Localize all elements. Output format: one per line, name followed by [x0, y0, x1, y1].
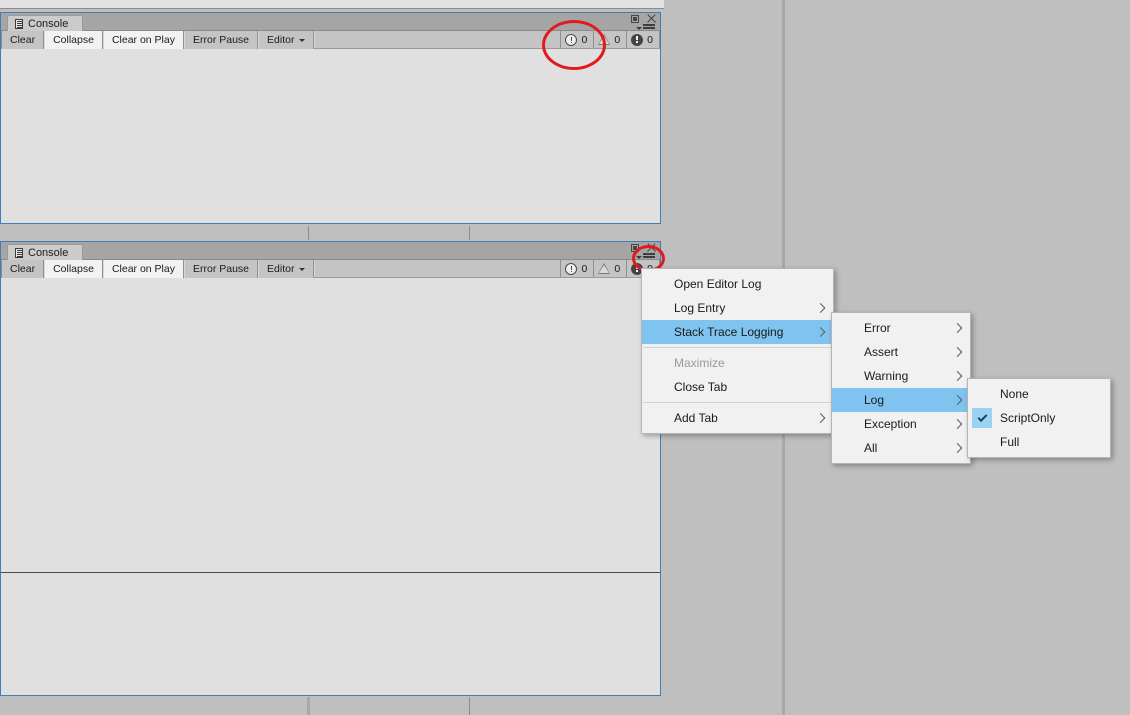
option-item-scriptonly-label: ScriptOnly — [1000, 411, 1056, 425]
tab-console-top-label: Console — [28, 17, 69, 30]
background-top-strip — [0, 0, 664, 8]
toolbar-spacer-bottom — [314, 260, 561, 277]
window-controls-top — [631, 14, 656, 24]
console-log-list-top[interactable] — [1, 49, 660, 222]
info-icon — [631, 33, 644, 46]
editor-dropdown-bottom[interactable]: Editor — [258, 260, 315, 278]
warning-counter-bottom[interactable]: 0 — [593, 260, 627, 277]
menu-separator — [643, 347, 832, 348]
submenu-item-all-label: All — [864, 441, 878, 455]
collapse-button-bottom[interactable]: Collapse — [44, 260, 103, 278]
console-document-icon — [15, 18, 23, 29]
background-vertical-divider-right — [469, 226, 470, 240]
submenu-item-warning-label: Warning — [864, 369, 909, 383]
submenu-item-all[interactable]: All — [832, 436, 970, 460]
console-toolbar-bottom: Clear Collapse Clear on Play Error Pause… — [1, 260, 660, 278]
chevron-right-icon — [952, 395, 963, 405]
menu-item-close-tab[interactable]: Close Tab — [642, 375, 833, 399]
chevron-right-icon — [952, 347, 963, 357]
clear-button-bottom[interactable]: Clear — [1, 260, 45, 278]
check-icon — [972, 408, 992, 428]
info-counter-top[interactable]: 0 — [626, 31, 660, 48]
submenu-item-assert-label: Assert — [864, 345, 899, 359]
toolbar-spacer-top — [314, 31, 561, 48]
error-pause-button-bottom[interactable]: Error Pause — [183, 260, 259, 278]
warning-icon — [598, 263, 611, 274]
editor-root: Console Clear Collapse Clear on Play Err… — [0, 0, 1130, 715]
submenu-item-log[interactable]: Log — [832, 388, 970, 412]
clear-button-top[interactable]: Clear — [1, 31, 45, 49]
maximize-icon[interactable] — [631, 15, 639, 23]
editor-dropdown-bottom-label: Editor — [267, 263, 295, 275]
console-log-list-bottom[interactable] — [1, 278, 660, 572]
submenu-item-exception-label: Exception — [864, 417, 917, 431]
clear-on-play-button-bottom[interactable]: Clear on Play — [102, 260, 184, 278]
menu-item-open-editor-log[interactable]: Open Editor Log — [642, 272, 833, 296]
background-top-divider — [0, 8, 664, 9]
menu-item-log-entry[interactable]: Log Entry — [642, 296, 833, 320]
menu-item-open-editor-log-label: Open Editor Log — [674, 277, 762, 291]
chevron-down-icon — [299, 267, 306, 271]
chevron-right-icon — [815, 327, 826, 337]
panel-context-menu[interactable]: Open Editor Log Log Entry Stack Trace Lo… — [641, 268, 834, 434]
chevron-right-icon — [952, 443, 963, 453]
menu-item-stack-trace-logging-label: Stack Trace Logging — [674, 325, 784, 339]
close-icon[interactable] — [646, 14, 656, 24]
menu-item-maximize-label: Maximize — [674, 356, 725, 370]
clear-on-play-button-top[interactable]: Clear on Play — [102, 31, 184, 49]
stack-trace-logging-submenu[interactable]: Error Assert Warning Log Exception All — [831, 312, 971, 464]
error-count-bottom: 0 — [581, 262, 588, 275]
error-counter-bottom[interactable]: 0 — [560, 260, 594, 277]
menu-item-close-tab-label: Close Tab — [674, 380, 728, 394]
chevron-right-icon — [815, 303, 826, 313]
console-detail-pane[interactable] — [1, 573, 660, 694]
option-item-full[interactable]: Full — [968, 430, 1110, 454]
warning-count-bottom: 0 — [614, 262, 621, 275]
log-stack-trace-options-submenu[interactable]: None ScriptOnly Full — [967, 378, 1111, 458]
warning-count-top: 0 — [614, 33, 621, 46]
chevron-right-icon — [952, 419, 963, 429]
submenu-item-exception[interactable]: Exception — [832, 412, 970, 436]
background-vertical-divider-bottom-b — [307, 697, 310, 715]
background-vertical-divider-left — [308, 226, 309, 240]
option-item-none[interactable]: None — [968, 382, 1110, 406]
collapse-button-top[interactable]: Collapse — [44, 31, 103, 49]
console-document-icon — [15, 247, 23, 258]
error-pause-button-top[interactable]: Error Pause — [183, 31, 259, 49]
menu-item-stack-trace-logging[interactable]: Stack Trace Logging — [642, 320, 833, 344]
submenu-item-error[interactable]: Error — [832, 316, 970, 340]
tab-console-top[interactable]: Console — [7, 15, 84, 31]
caret-down-icon — [636, 27, 642, 30]
tab-console-bottom-label: Console — [28, 246, 69, 259]
submenu-item-assert[interactable]: Assert — [832, 340, 970, 364]
console-panel-bottom: Console Clear Collapse Clear on Play Err… — [0, 241, 661, 696]
error-icon — [565, 262, 578, 275]
editor-dropdown-top-label: Editor — [267, 34, 295, 46]
option-item-none-label: None — [1000, 387, 1029, 401]
panel-tab-row-bottom: Console — [1, 242, 660, 262]
submenu-item-log-label: Log — [864, 393, 885, 407]
chevron-right-icon — [952, 371, 963, 381]
menu-item-maximize: Maximize — [642, 351, 833, 375]
error-counter-highlight — [542, 20, 606, 70]
editor-dropdown-top[interactable]: Editor — [258, 31, 315, 49]
menu-item-log-entry-label: Log Entry — [674, 301, 726, 315]
submenu-item-error-label: Error — [864, 321, 891, 335]
chevron-right-icon — [815, 413, 826, 423]
menu-separator — [643, 402, 832, 403]
menu-item-add-tab-label: Add Tab — [674, 411, 718, 425]
menu-item-add-tab[interactable]: Add Tab — [642, 406, 833, 430]
option-item-full-label: Full — [1000, 435, 1020, 449]
background-vertical-divider-bottom-c — [469, 697, 470, 715]
option-item-scriptonly[interactable]: ScriptOnly — [968, 406, 1110, 430]
tab-console-bottom[interactable]: Console — [7, 244, 84, 260]
chevron-right-icon — [952, 323, 963, 333]
chevron-down-icon — [299, 38, 306, 42]
submenu-item-warning[interactable]: Warning — [832, 364, 970, 388]
info-count-top: 0 — [647, 33, 653, 46]
